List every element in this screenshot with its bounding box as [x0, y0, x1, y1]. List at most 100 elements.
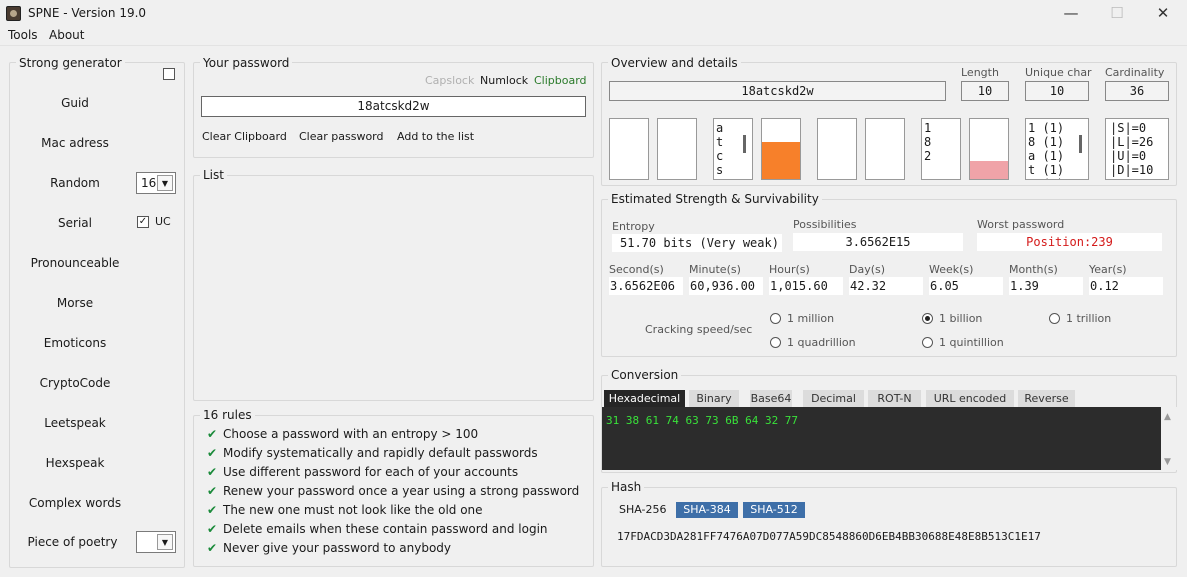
speed-radio[interactable]: [770, 337, 781, 348]
generator-toggle-checkbox[interactable]: [163, 68, 175, 80]
strength-title: Estimated Strength & Survivability: [608, 192, 822, 206]
worst-password-label: Worst password: [977, 218, 1065, 231]
frequency-entry: c (1): [1028, 177, 1088, 179]
check-icon: ✔: [207, 427, 218, 441]
morse-button[interactable]: Morse: [0, 296, 150, 310]
overview-title: Overview and details: [608, 56, 741, 70]
complex-words-button[interactable]: Complex words: [0, 496, 150, 510]
list-group[interactable]: [193, 175, 594, 401]
clipboard-indicator: Clipboard: [534, 74, 587, 87]
check-icon: ✔: [207, 503, 218, 517]
clear-password-button[interactable]: Clear password: [299, 130, 384, 143]
output-scrollbar[interactable]: ▲ ▼: [1161, 407, 1177, 470]
minimize-button[interactable]: —: [1048, 0, 1094, 28]
speed-label[interactable]: 1 quadrillion: [787, 336, 856, 349]
letters-column[interactable]: atcs: [713, 118, 753, 180]
time-label: Minute(s): [689, 263, 741, 276]
frequency-column[interactable]: 1 (1)8 (1)a (1)t (1)c (1): [1025, 118, 1089, 180]
digits-bar-fill: [970, 161, 1008, 179]
scroll-down-icon[interactable]: ▼: [1164, 457, 1171, 467]
password-input[interactable]: 18atcskd2w: [201, 96, 586, 117]
class-count: |S|=0: [1110, 121, 1147, 135]
pronounceable-button[interactable]: Pronounceable: [0, 256, 150, 270]
hash-title: Hash: [608, 480, 645, 494]
list-title: List: [200, 168, 227, 182]
empty-column-1: [817, 118, 857, 180]
add-to-list-button[interactable]: Add to the list: [397, 130, 474, 143]
capslock-indicator: Capslock: [425, 74, 475, 87]
menu-tools[interactable]: Tools: [8, 28, 38, 42]
leetspeak-button[interactable]: Leetspeak: [0, 416, 150, 430]
window-title: SPNE - Version 19.0: [28, 6, 147, 20]
class-count: |L|=26: [1110, 135, 1154, 149]
clear-clipboard-button[interactable]: Clear Clipboard: [202, 130, 287, 143]
worst-password-value: Position:239: [977, 233, 1162, 251]
check-icon: ✔: [207, 484, 218, 498]
scroll-up-icon[interactable]: ▲: [1164, 412, 1171, 422]
conversion-tab[interactable]: Base64: [750, 390, 792, 407]
speed-label[interactable]: 1 million: [787, 312, 834, 325]
time-value: 6.05: [929, 277, 1003, 295]
guid-button[interactable]: Guid: [0, 96, 150, 110]
speed-radio[interactable]: [770, 313, 781, 324]
app-icon: [6, 6, 21, 21]
conversion-tab[interactable]: Hexadecimal: [604, 390, 685, 407]
time-value: 3.6562E06: [609, 277, 683, 295]
speed-label[interactable]: 1 billion: [939, 312, 982, 325]
frequency-entry: 1 (1): [1028, 121, 1065, 135]
time-label: Month(s): [1009, 263, 1058, 276]
conversion-tab[interactable]: Binary: [689, 390, 739, 407]
unique-label: Unique char: [1025, 66, 1092, 79]
entropy-label: Entropy: [612, 220, 655, 233]
letters-bar: [761, 118, 801, 180]
check-icon: ✔: [207, 465, 218, 479]
possibilities-label: Possibilities: [793, 218, 857, 231]
scrollbar-thumb[interactable]: [743, 135, 746, 153]
menu-about[interactable]: About: [49, 28, 84, 42]
poetry-button[interactable]: Piece of poetry: [0, 535, 145, 549]
conversion-tab[interactable]: Reverse: [1018, 390, 1075, 407]
conversion-tab[interactable]: URL encoded: [926, 390, 1014, 407]
mac-address-button[interactable]: Mac adress: [0, 136, 150, 150]
speed-label[interactable]: 1 quintillion: [939, 336, 1004, 349]
letter-entry: s: [716, 163, 724, 177]
sha512-button[interactable]: SHA-512: [743, 502, 805, 518]
conversion-output: 31 38 61 74 63 73 6B 64 32 77: [606, 414, 799, 427]
random-length-select[interactable]: 16 ▼: [136, 172, 176, 194]
password-title: Your password: [200, 56, 293, 70]
speed-radio[interactable]: [922, 313, 933, 324]
rule-item: Use different password for each of your …: [223, 465, 519, 479]
check-icon: ✔: [207, 446, 218, 460]
class-count: |U|=0: [1110, 149, 1147, 163]
sha384-button[interactable]: SHA-384: [676, 502, 738, 518]
conversion-tab[interactable]: Decimal: [803, 390, 864, 407]
uc-label: UC: [155, 215, 171, 228]
emoticons-button[interactable]: Emoticons: [0, 336, 150, 350]
digit-entry: 1: [924, 121, 932, 135]
cardinality-value: 36: [1105, 81, 1169, 101]
check-icon: ✔: [207, 541, 218, 555]
hexspeak-button[interactable]: Hexspeak: [0, 456, 150, 470]
conversion-output-area[interactable]: 31 38 61 74 63 73 6B 64 32 77 ▲ ▼: [602, 407, 1177, 470]
chevron-down-icon: ▼: [157, 175, 173, 191]
scrollbar-thumb[interactable]: [1079, 135, 1082, 153]
speed-radio[interactable]: [922, 337, 933, 348]
sha256-button[interactable]: SHA-256: [619, 503, 667, 516]
letters-bar-fill: [762, 141, 800, 179]
poetry-select[interactable]: ▼: [136, 531, 176, 553]
digit-entry: 2: [924, 149, 932, 163]
close-button[interactable]: ✕: [1140, 0, 1186, 28]
overview-password: 18atcskd2w: [609, 81, 946, 101]
maximize-button[interactable]: ☐: [1094, 0, 1140, 28]
serial-button[interactable]: Serial: [0, 216, 150, 230]
random-button[interactable]: Random: [0, 176, 150, 190]
time-label: Hour(s): [769, 263, 810, 276]
speed-radio[interactable]: [1049, 313, 1060, 324]
possibilities-value: 3.6562E15: [793, 233, 963, 251]
uc-checkbox[interactable]: ✓: [137, 216, 149, 228]
speed-label[interactable]: 1 trillion: [1066, 312, 1111, 325]
rule-item: Modify systematically and rapidly defaul…: [223, 446, 538, 460]
conversion-tab[interactable]: ROT-N: [868, 390, 921, 407]
cryptocode-button[interactable]: CryptoCode: [0, 376, 150, 390]
length-value: 10: [961, 81, 1009, 101]
